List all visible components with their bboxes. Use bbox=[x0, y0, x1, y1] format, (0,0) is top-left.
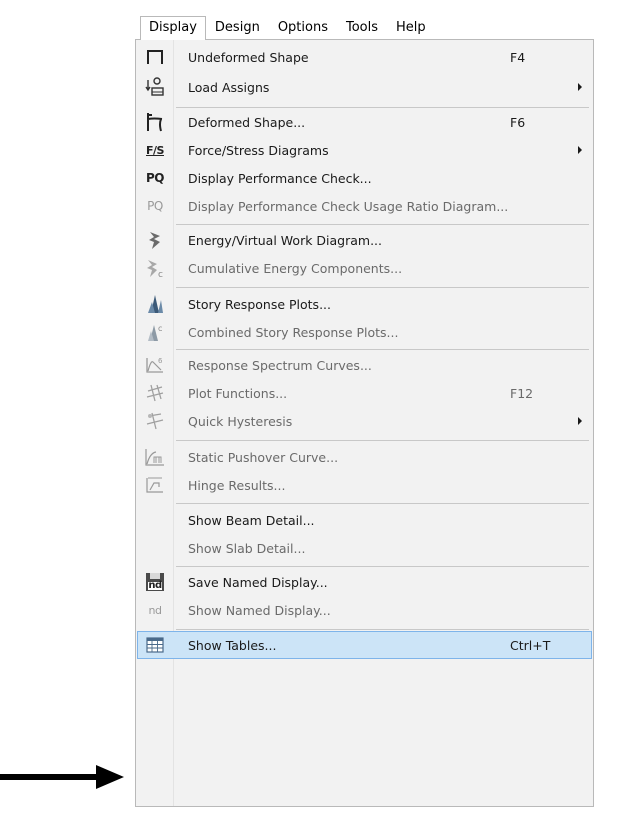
menu-item-label: Combined Story Response Plots... bbox=[188, 324, 399, 340]
menu-item-label: Energy/Virtual Work Diagram... bbox=[188, 232, 383, 248]
menu-item-force-stress-diagrams[interactable]: F/S Force/Stress Diagrams bbox=[137, 136, 592, 164]
usage-ratio-icon: PQ bbox=[147, 199, 163, 213]
menu-separator bbox=[176, 629, 589, 630]
menu-item-static-pushover-curve[interactable]: Static Pushover Curve... bbox=[137, 443, 592, 471]
menu-item-quick-hysteresis[interactable]: Quick Hysteresis bbox=[137, 407, 592, 435]
menu-options[interactable]: Options bbox=[269, 16, 337, 40]
submenu-arrow-icon bbox=[578, 417, 582, 425]
plot-functions-icon bbox=[137, 379, 173, 407]
menu-item-show-tables[interactable]: Show Tables... Ctrl+T bbox=[137, 631, 592, 659]
menu-item-shortcut: Ctrl+T bbox=[510, 637, 551, 653]
menu-item-label: Show Tables... bbox=[188, 637, 277, 653]
save-named-display-icon: nd bbox=[137, 568, 173, 596]
menu-item-label: Quick Hysteresis bbox=[188, 413, 293, 429]
menu-help[interactable]: Help bbox=[387, 16, 435, 40]
story-response-icon bbox=[137, 290, 173, 318]
menu-item-label: Response Spectrum Curves... bbox=[188, 357, 372, 373]
menu-item-label: Deformed Shape... bbox=[188, 114, 306, 130]
submenu-arrow-icon bbox=[578, 83, 582, 91]
menu-item-deformed-shape[interactable]: Deformed Shape... F6 bbox=[137, 108, 592, 136]
menu-separator bbox=[176, 566, 589, 567]
force-stress-icon: F/S bbox=[146, 143, 164, 157]
pointer-arrow-icon bbox=[0, 765, 124, 789]
svg-text:6: 6 bbox=[158, 357, 163, 365]
energy-diagram-icon bbox=[137, 226, 173, 254]
menu-item-energy-virtual-work-diagram[interactable]: Energy/Virtual Work Diagram... bbox=[137, 226, 592, 254]
menu-item-label: Load Assigns bbox=[188, 79, 270, 95]
menu-item-usage-ratio-diagram[interactable]: PQ Display Performance Check Usage Ratio… bbox=[137, 192, 592, 220]
menu-item-shortcut: F6 bbox=[510, 114, 526, 130]
menu-item-display-performance-check[interactable]: PQ Display Performance Check... bbox=[137, 164, 592, 192]
cumulative-energy-icon: c bbox=[137, 254, 173, 282]
menu-item-load-assigns[interactable]: Load Assigns bbox=[137, 73, 592, 101]
menu-item-response-spectrum-curves[interactable]: 6 Response Spectrum Curves... bbox=[137, 351, 592, 379]
load-assigns-icon bbox=[137, 73, 173, 101]
menu-item-label: Plot Functions... bbox=[188, 385, 288, 401]
menu-separator bbox=[176, 503, 589, 504]
menu-item-story-response-plots[interactable]: Story Response Plots... bbox=[137, 290, 592, 318]
menu-item-cumulative-energy-components[interactable]: c Cumulative Energy Components... bbox=[137, 254, 592, 282]
menu-separator bbox=[176, 287, 589, 288]
table-icon bbox=[137, 631, 173, 659]
menu-item-no-icon bbox=[137, 506, 173, 534]
menu-item-shortcut: F12 bbox=[510, 385, 534, 401]
menu-item-show-beam-detail[interactable]: Show Beam Detail... bbox=[137, 506, 592, 534]
menu-tools[interactable]: Tools bbox=[337, 16, 387, 40]
menu-item-label: Display Performance Check... bbox=[188, 170, 372, 186]
menu-separator bbox=[176, 224, 589, 225]
menu-design[interactable]: Design bbox=[206, 16, 269, 40]
svg-text:c: c bbox=[158, 270, 163, 278]
display-dropdown-menu: Undeformed Shape F4 Load Assigns Deforme… bbox=[135, 39, 594, 807]
pushover-curve-icon bbox=[137, 443, 173, 471]
deformed-shape-icon bbox=[137, 108, 173, 136]
menu-item-label: Show Beam Detail... bbox=[188, 512, 315, 528]
combined-story-response-icon: c bbox=[137, 318, 173, 346]
menu-item-hinge-results[interactable]: Hinge Results... bbox=[137, 471, 592, 499]
menu-item-undeformed-shape[interactable]: Undeformed Shape F4 bbox=[137, 43, 592, 71]
menu-item-label: Show Slab Detail... bbox=[188, 540, 306, 556]
quick-hysteresis-icon bbox=[137, 407, 173, 435]
menu-item-label: Show Named Display... bbox=[188, 602, 331, 618]
show-named-display-icon: nd bbox=[148, 603, 162, 617]
menu-display[interactable]: Display bbox=[140, 16, 206, 40]
submenu-arrow-icon bbox=[578, 146, 582, 154]
menu-item-label: Save Named Display... bbox=[188, 574, 328, 590]
menu-item-label: Cumulative Energy Components... bbox=[188, 260, 403, 276]
hinge-results-icon bbox=[137, 471, 173, 499]
menu-item-save-named-display[interactable]: nd Save Named Display... bbox=[137, 568, 592, 596]
menu-item-show-slab-detail[interactable]: Show Slab Detail... bbox=[137, 534, 592, 562]
menu-item-label: Story Response Plots... bbox=[188, 296, 331, 312]
menu-item-plot-functions[interactable]: Plot Functions... F12 bbox=[137, 379, 592, 407]
undeformed-shape-icon bbox=[137, 43, 173, 71]
performance-check-icon: PQ bbox=[146, 171, 165, 185]
menu-bar: Display Design Options Tools Help bbox=[140, 16, 435, 40]
menu-item-label: Display Performance Check Usage Ratio Di… bbox=[188, 198, 509, 214]
menu-item-combined-story-response-plots[interactable]: c Combined Story Response Plots... bbox=[137, 318, 592, 346]
menu-separator bbox=[176, 349, 589, 350]
menu-separator bbox=[176, 440, 589, 441]
svg-text:c: c bbox=[158, 324, 162, 333]
menu-item-no-icon bbox=[137, 534, 173, 562]
menu-item-label: Undeformed Shape bbox=[188, 49, 309, 65]
response-spectrum-icon: 6 bbox=[137, 351, 173, 379]
menu-item-label: Hinge Results... bbox=[188, 477, 286, 493]
screenshot-stage: Display Design Options Tools Help Undefo… bbox=[0, 0, 630, 824]
menu-item-show-named-display[interactable]: nd Show Named Display... bbox=[137, 596, 592, 624]
menu-item-label: Force/Stress Diagrams bbox=[188, 142, 329, 158]
menu-item-label: Static Pushover Curve... bbox=[188, 449, 339, 465]
menu-item-shortcut: F4 bbox=[510, 49, 526, 65]
